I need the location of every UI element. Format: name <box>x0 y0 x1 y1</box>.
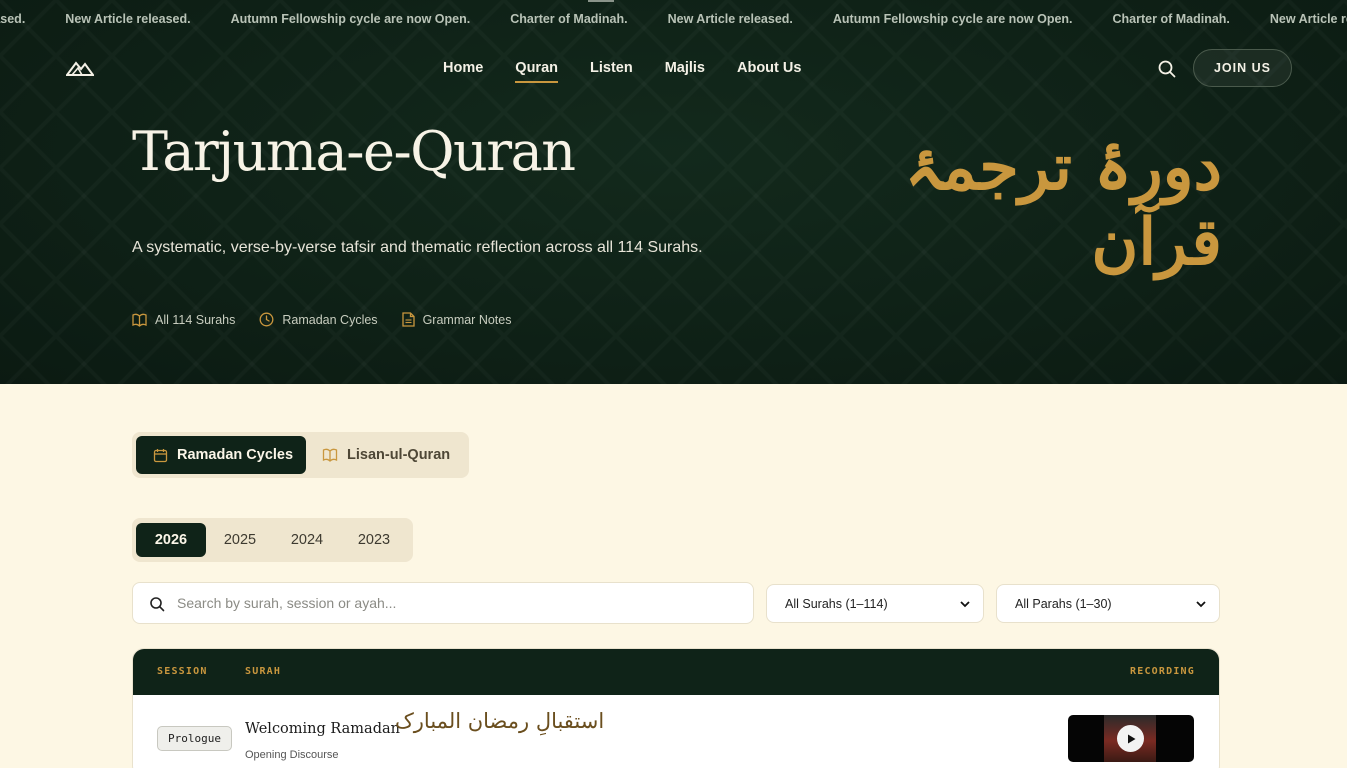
document-icon <box>401 312 415 327</box>
meta-grammar-label: Grammar Notes <box>422 312 512 327</box>
mountain-logo-icon <box>65 61 95 76</box>
tab-ramadan-cycles[interactable]: Ramadan Cycles <box>136 436 306 474</box>
year-tab-2024[interactable]: 2024 <box>274 523 340 557</box>
hero-section: New Article released. New Article releas… <box>0 0 1347 384</box>
hero-meta: All 114 Surahs Ramadan Cycles Grammar No… <box>132 312 535 327</box>
parah-select-value: All Parahs (1–30) <box>1015 596 1112 611</box>
column-header-session: SESSION <box>157 666 208 677</box>
ticker-item[interactable]: Charter of Madinah. <box>1113 12 1230 26</box>
clock-icon <box>259 312 274 327</box>
search-field <box>132 582 754 624</box>
year-tab-2023[interactable]: 2023 <box>340 523 408 557</box>
search-icon <box>150 597 165 612</box>
chevron-down-icon <box>1196 601 1206 608</box>
session-badge: Prologue <box>157 726 232 751</box>
meta-ramadan-label: Ramadan Cycles <box>282 312 378 327</box>
search-input[interactable] <box>177 583 737 623</box>
search-icon <box>1158 60 1176 78</box>
play-button[interactable] <box>1117 725 1144 752</box>
surah-select[interactable]: All Surahs (1–114) <box>766 584 984 623</box>
ticker-item[interactable]: Autumn Fellowship cycle are now Open. <box>833 12 1073 26</box>
column-header-surah: SURAH <box>245 666 282 677</box>
tab-ramadan-cycles-label: Ramadan Cycles <box>177 447 294 463</box>
surah-subtitle: Opening Discourse <box>245 749 339 761</box>
nav-link-about-us[interactable]: About Us <box>737 60 801 76</box>
ticker-indicator <box>588 0 614 2</box>
parah-select[interactable]: All Parahs (1–30) <box>996 584 1220 623</box>
meta-grammar: Grammar Notes <box>401 312 512 327</box>
ticker-item[interactable]: New Article released. <box>1270 12 1347 26</box>
surah-title: Welcoming Ramadan <box>245 721 400 737</box>
ticker-item[interactable]: New Article released. <box>65 12 190 26</box>
ticker-item[interactable]: New Article released. <box>0 12 25 26</box>
nav-link-quran[interactable]: Quran <box>515 60 558 83</box>
play-icon <box>1127 734 1135 743</box>
year-tab-2026[interactable]: 2026 <box>136 523 206 557</box>
column-header-recording: RECORDING <box>1130 666 1195 677</box>
ticker-item[interactable]: New Article released. <box>668 12 793 26</box>
cycle-tabs: Ramadan Cycles Lisan-ul-Quran <box>132 432 469 478</box>
meta-surahs: All 114 Surahs <box>132 312 235 327</box>
join-us-button[interactable]: JOIN US <box>1193 49 1292 87</box>
page-subtitle: A systematic, verse-by-verse tafsir and … <box>132 239 703 256</box>
site-logo[interactable] <box>65 58 95 78</box>
sessions-table: SESSION SURAH RECORDING Prologue Welcomi… <box>132 648 1220 768</box>
recording-thumbnail[interactable] <box>1068 715 1194 762</box>
year-tab-2025[interactable]: 2025 <box>206 523 274 557</box>
main-nav: Home Quran Listen Majlis About Us JOIN U… <box>0 40 1347 96</box>
table-row[interactable]: Prologue Welcoming Ramadan استقبالِ رمضا… <box>133 695 1219 768</box>
page-title: Tarjuma-e-Quran <box>132 120 576 183</box>
table-header: SESSION SURAH RECORDING <box>133 649 1219 695</box>
book-open-icon <box>132 313 147 327</box>
tab-lisan-ul-quran[interactable]: Lisan-ul-Quran <box>306 436 450 474</box>
search-button[interactable] <box>1156 58 1178 80</box>
year-tabs: 2026 2025 2024 2023 <box>132 518 413 562</box>
nav-link-listen[interactable]: Listen <box>590 60 633 76</box>
meta-ramadan: Ramadan Cycles <box>259 312 378 327</box>
surah-title-urdu: استقبالِ رمضان المبارک <box>395 709 605 733</box>
ticker-item[interactable]: Autumn Fellowship cycle are now Open. <box>231 12 471 26</box>
page-title-urdu: دورۂ ترجمۂ قرآن <box>904 130 1222 280</box>
nav-links: Home Quran Listen Majlis About Us <box>443 60 801 83</box>
surah-select-value: All Surahs (1–114) <box>785 596 888 611</box>
nav-link-home[interactable]: Home <box>443 60 483 76</box>
announcement-ticker: New Article released. New Article releas… <box>0 0 1347 40</box>
meta-surahs-label: All 114 Surahs <box>155 312 236 327</box>
nav-link-majlis[interactable]: Majlis <box>665 60 705 76</box>
tab-lisan-ul-quran-label: Lisan-ul-Quran <box>347 447 451 463</box>
chevron-down-icon <box>960 601 970 608</box>
ticker-item[interactable]: Charter of Madinah. <box>510 12 627 26</box>
book-open-icon <box>322 448 338 462</box>
calendar-icon <box>153 448 168 462</box>
